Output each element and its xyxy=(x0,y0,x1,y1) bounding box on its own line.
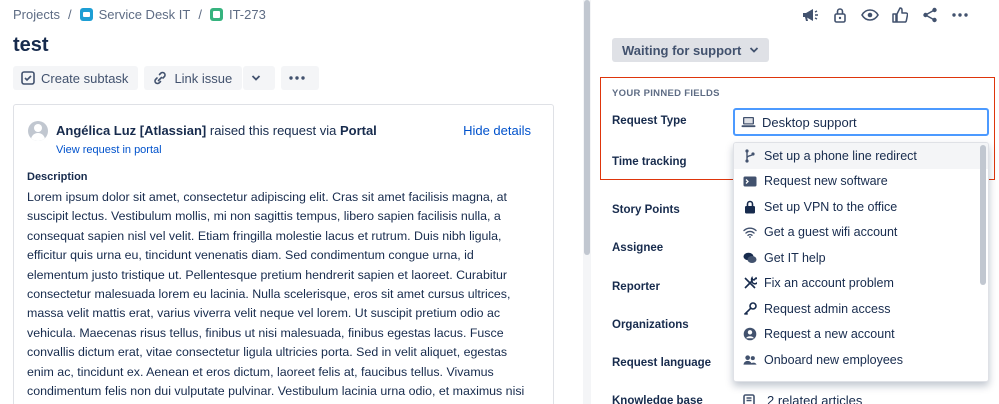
field-label-request-language: Request language xyxy=(612,357,712,369)
wifi-icon xyxy=(743,225,757,239)
issue-type-icon xyxy=(209,7,223,21)
dropdown-option-label: Request admin access xyxy=(764,301,891,316)
dropdown-option-label: Onboard new employees xyxy=(764,352,903,367)
dropdown-option-label: Fix an account problem xyxy=(764,276,894,291)
dropdown-option[interactable]: Get a guest wifi account xyxy=(734,220,988,246)
link-issue-button[interactable]: Link issue xyxy=(144,66,243,90)
page-title[interactable]: test xyxy=(13,34,49,57)
service-desk-icon xyxy=(79,7,93,21)
request-details-card: Angélica Luz [Atlassian] raised this req… xyxy=(13,104,554,404)
restrict-button[interactable] xyxy=(825,5,855,25)
field-label-time-tracking: Time tracking xyxy=(612,156,687,168)
more-actions-button[interactable] xyxy=(281,66,320,90)
branch-icon xyxy=(743,149,757,163)
status-label: Waiting for support xyxy=(622,42,742,58)
breadcrumb-issue-key[interactable]: IT-273 xyxy=(229,7,266,22)
dropdown-option-label: Get IT help xyxy=(764,250,826,265)
requester-name[interactable]: Angélica Luz [Atlassian] xyxy=(56,123,206,138)
share-button[interactable] xyxy=(915,5,945,25)
dropdown-option-label: Set up VPN to the office xyxy=(764,199,898,214)
view-in-portal-link[interactable]: View request in portal xyxy=(56,144,162,156)
request-type-dropdown: Set up a phone line redirect Request new… xyxy=(733,142,989,382)
breadcrumb-separator: / xyxy=(67,6,72,22)
request-channel: Portal xyxy=(339,123,377,138)
create-subtask-label: Create subtask xyxy=(41,70,129,86)
share-icon xyxy=(923,7,937,23)
book-icon xyxy=(743,393,755,404)
requester-line: Angélica Luz [Atlassian] raised this req… xyxy=(56,123,377,138)
dropdown-scrollbar[interactable] xyxy=(980,145,986,285)
more-actions-button[interactable] xyxy=(945,5,975,25)
dropdown-option-label: Request new software xyxy=(764,174,888,189)
pinned-fields-title: YOUR PINNED FIELDS xyxy=(612,88,720,99)
eye-icon xyxy=(861,9,879,21)
issue-toolbar: Create subtask Link issue xyxy=(13,66,320,90)
link-icon xyxy=(154,71,167,85)
request-type-value: Desktop support xyxy=(762,114,857,130)
field-label-organizations: Organizations xyxy=(612,319,689,331)
watch-button[interactable] xyxy=(855,5,885,25)
thumbs-up-icon xyxy=(892,7,908,23)
issue-main-pane: Projects / Service Desk IT / IT-273 test… xyxy=(0,0,581,404)
subtask-icon xyxy=(21,71,35,85)
via-text: raised this request via xyxy=(209,123,337,138)
chevron-down-icon xyxy=(750,47,759,53)
lock-icon xyxy=(834,8,846,23)
vote-button[interactable] xyxy=(885,5,915,25)
terminal-icon xyxy=(743,174,757,188)
laptop-icon xyxy=(741,117,756,128)
field-label-assignee: Assignee xyxy=(612,242,664,254)
more-icon xyxy=(952,13,968,17)
key-icon xyxy=(743,301,757,316)
field-label-reporter: Reporter xyxy=(612,281,660,293)
dropdown-option-label: Request a new account xyxy=(764,327,895,342)
dropdown-option[interactable]: Get IT help xyxy=(734,245,988,271)
request-type-select[interactable]: Desktop support xyxy=(733,108,989,136)
hide-details-link[interactable]: Hide details xyxy=(463,123,531,138)
dropdown-option[interactable]: Request admin access xyxy=(734,296,988,322)
field-label-request-type: Request Type xyxy=(612,115,687,127)
issue-sidebar: Waiting for support YOUR PINNED FIELDS R… xyxy=(593,0,999,404)
dropdown-option-label: Get a guest wifi account xyxy=(764,225,898,240)
field-label-knowledge-base: Knowledge base xyxy=(612,395,703,404)
link-issue-dropdown-button[interactable] xyxy=(243,66,276,90)
megaphone-icon xyxy=(803,9,818,21)
breadcrumb-projects[interactable]: Projects xyxy=(13,7,60,22)
more-icon xyxy=(289,76,305,80)
dropdown-option[interactable]: Set up VPN to the office xyxy=(734,194,988,220)
dropdown-option[interactable]: Fix an account problem xyxy=(734,271,988,297)
main-scrollbar[interactable] xyxy=(583,0,591,404)
dropdown-option[interactable]: Onboard new employees xyxy=(734,347,988,373)
knowledge-base-value[interactable]: 2 related articles xyxy=(743,393,862,404)
chevron-down-icon xyxy=(252,75,261,81)
feedback-button[interactable] xyxy=(795,5,825,25)
create-subtask-button[interactable]: Create subtask xyxy=(13,66,139,90)
lock-icon xyxy=(743,200,757,214)
dropdown-option[interactable]: Request a new account xyxy=(734,322,988,348)
issue-actions xyxy=(795,5,975,25)
people-icon xyxy=(743,353,757,367)
status-button[interactable]: Waiting for support xyxy=(612,38,770,62)
breadcrumb: Projects / Service Desk IT / IT-273 xyxy=(13,6,266,22)
breadcrumb-project[interactable]: Service Desk IT xyxy=(99,7,191,22)
dropdown-option[interactable]: Request new software xyxy=(734,169,988,195)
link-issue-label: Link issue xyxy=(174,70,233,86)
avatar xyxy=(28,121,48,141)
description-text[interactable]: Lorem ipsum dolor sit amet, consectetur … xyxy=(27,188,537,404)
dropdown-option[interactable]: Set up a phone line redirect xyxy=(734,143,988,169)
main-scrollbar-thumb[interactable] xyxy=(584,0,590,255)
chat-icon xyxy=(743,251,757,265)
breadcrumb-separator: / xyxy=(198,6,202,22)
dropdown-option-label: Set up a phone line redirect xyxy=(764,148,917,163)
field-label-story-points: Story Points xyxy=(612,204,680,216)
description-label: Description xyxy=(27,171,88,183)
tools-icon xyxy=(743,276,757,290)
user-circle-icon xyxy=(743,327,757,341)
knowledge-base-text: 2 related articles xyxy=(767,393,863,404)
